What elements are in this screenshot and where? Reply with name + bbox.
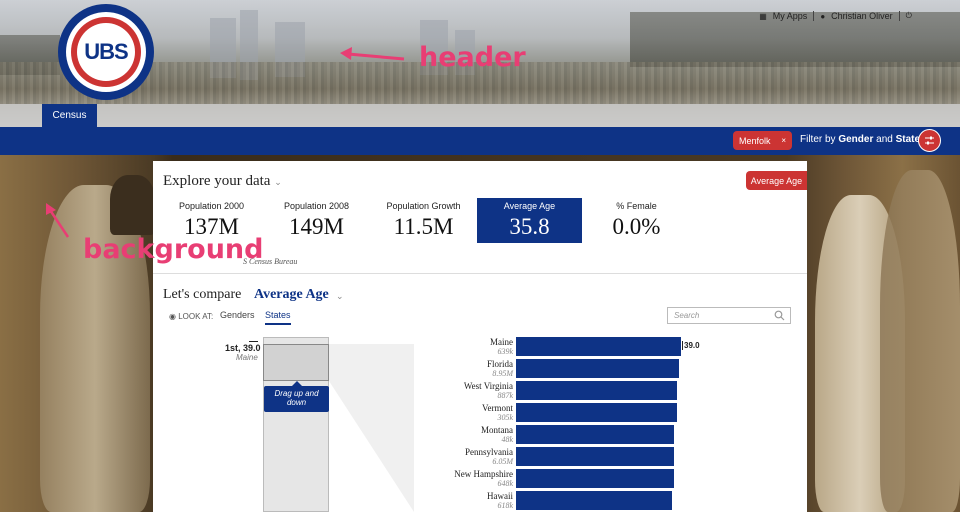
data-panel: Explore your data ⌄ Average Age Populati… [153, 161, 807, 512]
stat-label: Population 2000 [178, 201, 245, 211]
arrow-icon [46, 203, 70, 238]
annotation-header: header [419, 42, 526, 73]
bar[interactable] [516, 469, 674, 488]
filter-label-prefix: Filter by [800, 134, 836, 145]
stat-population-growth[interactable]: Population Growth 11.5M [371, 198, 476, 243]
grid-icon[interactable]: ▦ [759, 12, 767, 21]
brush-handle[interactable] [263, 344, 329, 381]
bar-label: Maine [490, 337, 513, 347]
compare-title: Let's compare [163, 287, 242, 302]
bar-label: Vermont [482, 403, 513, 413]
search-placeholder: Search [674, 311, 700, 320]
search-input[interactable]: Search [667, 307, 791, 324]
bar-label: Pennsylvania [465, 447, 513, 457]
chevron-down-icon[interactable]: ⌄ [336, 291, 344, 302]
logo-text: UBS [77, 23, 135, 81]
chevron-down-icon: ⌄ [274, 177, 282, 187]
cubs-logo[interactable]: UBS [58, 4, 154, 100]
bar-row[interactable]: Pennsylvania 6.05M [403, 445, 807, 467]
my-apps-link[interactable]: My Apps [773, 11, 808, 21]
bar[interactable] [516, 359, 679, 378]
rank-label: 1st, 39.0 [225, 343, 261, 353]
bar-population: 48k [501, 435, 513, 444]
arrow-icon [340, 47, 405, 61]
bar-label: Hawaii [487, 491, 513, 501]
annotation-background: background [83, 234, 264, 265]
bar-label: West Virginia [463, 381, 513, 391]
bar-value-label: 39.0 [682, 341, 700, 350]
bar-row[interactable]: Hawaii 618k [403, 489, 807, 511]
explore-title-text: Explore your data [163, 173, 271, 189]
stat-value: 35.8 [509, 214, 550, 239]
bar[interactable] [516, 381, 677, 400]
look-at-label: ◉ LOOK AT: [169, 312, 213, 321]
filter-label-and: and [876, 134, 893, 145]
tab-states[interactable]: States [265, 310, 291, 325]
divider [153, 273, 807, 274]
sliders-icon [925, 136, 934, 145]
filter-label-state: State [895, 134, 921, 145]
tab-census[interactable]: Census [42, 104, 97, 127]
top-nav: ▦ My Apps ● Christian Oliver ⏻ [759, 11, 912, 21]
close-icon[interactable]: × [781, 136, 786, 145]
stat-value: 0.0% [612, 214, 661, 239]
bar[interactable] [516, 491, 672, 510]
explore-title[interactable]: Explore your data ⌄ [163, 173, 282, 190]
look-at-text: LOOK AT: [178, 312, 214, 321]
bar-label: New Hampshire [454, 469, 513, 479]
bar[interactable] [516, 403, 677, 422]
stat-value: 11.5M [393, 214, 454, 239]
player-figure [880, 170, 960, 512]
average-age-button[interactable]: Average Age [746, 171, 807, 190]
stat-percent-female[interactable]: % Female 0.0% [584, 198, 689, 243]
stat-value: 149M [289, 214, 344, 239]
power-icon[interactable]: ⏻ [906, 11, 912, 21]
nav-divider [898, 11, 900, 21]
bar-row[interactable]: Florida 8.95M [403, 357, 807, 379]
stat-label: Population 2008 [283, 201, 350, 211]
filter-label: Filter by Gender and State [800, 134, 920, 145]
brush-connector [329, 344, 414, 512]
stat-label: % Female [616, 201, 657, 211]
tab-strip [0, 104, 960, 127]
stat-population-2008[interactable]: Population 2008 149M [264, 198, 369, 243]
tab-genders[interactable]: Genders [220, 310, 255, 323]
user-icon: ● [820, 11, 826, 21]
eye-icon: ◉ [169, 312, 176, 321]
nav-divider [813, 11, 815, 21]
compare-metric-select[interactable]: Average Age [254, 287, 329, 303]
drag-tooltip: Drag up and down [264, 381, 329, 412]
bar[interactable] [516, 447, 674, 466]
filter-settings-button[interactable] [918, 129, 941, 152]
bar[interactable] [516, 425, 674, 444]
bar-population: 8.95M [492, 369, 513, 378]
filter-chip-label: Menfolk [739, 135, 771, 146]
bar-population: 305k [497, 413, 513, 422]
bar-population: 639k [497, 347, 513, 356]
bar-population: 648k [497, 479, 513, 488]
stat-label: Average Age [503, 201, 556, 211]
bar-row[interactable]: Montana 48k [403, 423, 807, 445]
bar-population: 618k [497, 501, 513, 510]
search-icon[interactable] [774, 310, 785, 321]
bar-row[interactable]: Vermont 305k [403, 401, 807, 423]
player-figure [110, 175, 155, 235]
bar-row[interactable]: New Hampshire 648k [403, 467, 807, 489]
filter-chip[interactable]: Menfolk × [733, 131, 792, 150]
stat-label: Population Growth [386, 201, 461, 211]
bar-label: Montana [481, 425, 513, 435]
filter-label-gender: Gender [838, 134, 874, 145]
rank-sub-label: Maine [236, 353, 258, 362]
user-name-link[interactable]: Christian Oliver [831, 11, 893, 21]
bar-population: 6.05M [492, 457, 513, 466]
bar-label: Florida [487, 359, 513, 369]
bar-row[interactable]: West Virginia 887k [403, 379, 807, 401]
rank-tick [249, 341, 258, 342]
bar[interactable] [516, 337, 681, 356]
stat-average-age[interactable]: Average Age 35.8 [477, 198, 582, 243]
bar-population: 887k [497, 391, 513, 400]
bar-row[interactable]: Maine 639k 39.0 [403, 335, 807, 357]
